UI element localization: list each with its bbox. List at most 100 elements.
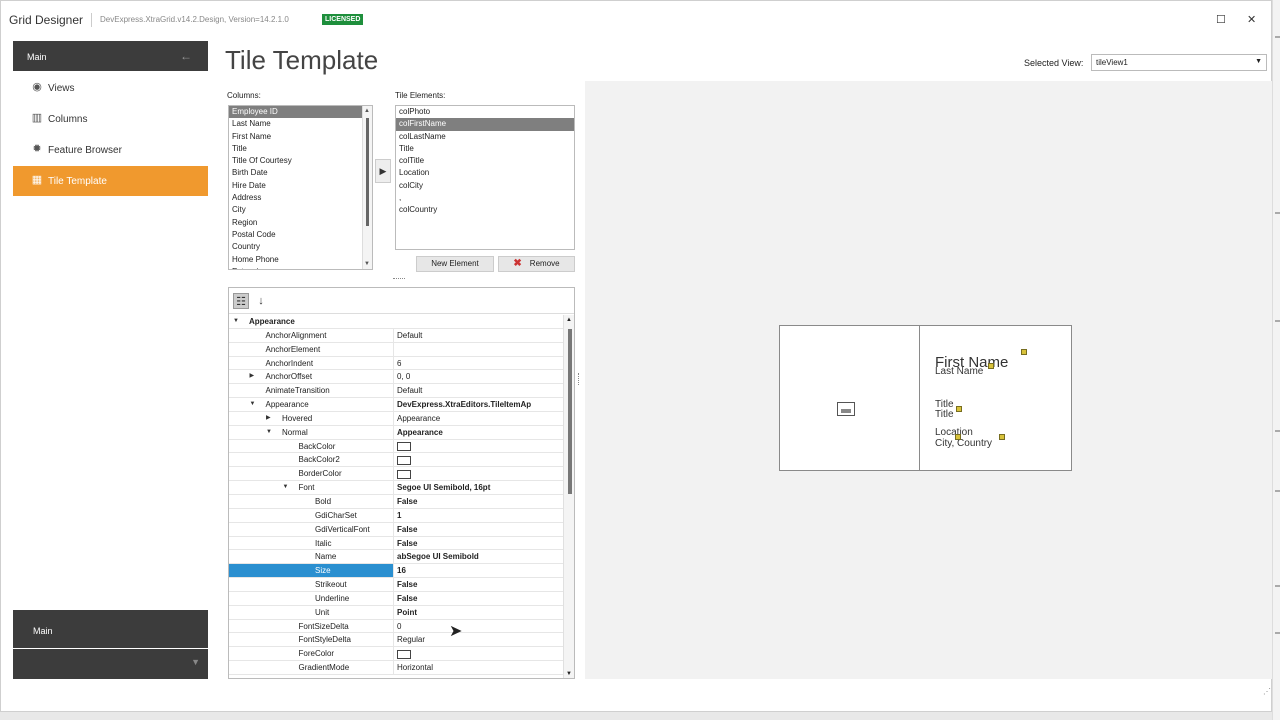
property-row[interactable]: ▼ Appearance DevExpress.XtraEditors.TileIt…: [229, 398, 563, 412]
property-row[interactable]: Name abSegoe UI Semibold: [229, 550, 563, 565]
close-button[interactable]: ✕: [1247, 13, 1256, 26]
property-row[interactable]: Size 16: [229, 564, 563, 579]
property-row[interactable]: Unit Point: [229, 605, 563, 620]
horizontal-splitter[interactable]: [393, 278, 405, 280]
property-row[interactable]: AnchorElement: [229, 342, 563, 357]
collapse-icon[interactable]: ▼: [250, 398, 256, 411]
property-row[interactable]: Italic False: [229, 536, 563, 551]
property-value[interactable]: 0: [397, 620, 561, 634]
tile-element-item[interactable]: Location: [396, 167, 574, 179]
tile-elements-list[interactable]: colPhoto colFirstName colLastName Title colT…: [395, 105, 575, 250]
property-value[interactable]: False: [397, 523, 561, 537]
column-list-item[interactable]: Home Phone: [229, 254, 372, 266]
sort-alphabetical-icon[interactable]: ↓: [253, 293, 269, 309]
property-value[interactable]: False: [397, 495, 561, 509]
property-value[interactable]: False: [397, 537, 561, 551]
nav-item-feature-browser[interactable]: ✹ Feature Browser: [13, 135, 208, 165]
property-value[interactable]: [397, 467, 561, 481]
scroll-down-icon[interactable]: ▼: [566, 671, 572, 677]
tile-element-item[interactable]: colPhoto: [396, 106, 574, 118]
property-value[interactable]: Default: [397, 329, 561, 343]
property-row[interactable]: AnchorAlignment Default: [229, 328, 563, 343]
collapse-icon[interactable]: ▼: [266, 426, 272, 439]
new-element-button[interactable]: New Element: [416, 256, 494, 272]
column-list-item[interactable]: Hire Date: [229, 180, 372, 192]
collapse-icon[interactable]: ▼: [233, 315, 239, 328]
tile-element-item[interactable]: colLastName: [396, 131, 574, 143]
property-value[interactable]: Point: [397, 606, 561, 620]
property-row[interactable]: AnimateTransition Default: [229, 384, 563, 399]
color-swatch[interactable]: [397, 469, 411, 479]
scroll-down-icon[interactable]: ▼: [364, 261, 370, 267]
element-handle[interactable]: [999, 434, 1005, 440]
scroll-thumb[interactable]: [366, 118, 369, 226]
tile-city-country[interactable]: City, Country: [935, 438, 992, 449]
property-value[interactable]: Default: [397, 384, 561, 398]
property-row[interactable]: FontStyleDelta Regular: [229, 633, 563, 648]
property-value[interactable]: 0, 0: [397, 370, 561, 384]
property-row[interactable]: BackColor: [229, 439, 563, 454]
columns-scrollbar[interactable]: ▲ ▼: [362, 106, 372, 269]
expand-icon[interactable]: ▶: [250, 370, 255, 383]
property-value[interactable]: 6: [397, 357, 561, 371]
column-list-item[interactable]: Region: [229, 217, 372, 229]
tile-element-item[interactable]: colFirstName: [396, 118, 574, 131]
expand-icon[interactable]: ▶: [266, 412, 271, 425]
property-row[interactable]: FontSizeDelta 0: [229, 619, 563, 634]
property-value[interactable]: abSegoe UI Semibold: [397, 550, 561, 564]
property-value[interactable]: 16: [397, 564, 561, 578]
property-row[interactable]: ▶ Hovered Appearance: [229, 411, 563, 426]
resize-grip-icon[interactable]: ⋰: [1263, 687, 1271, 696]
property-row[interactable]: GdiCharSet 1: [229, 508, 563, 523]
property-value[interactable]: Appearance: [397, 426, 561, 440]
property-grid-scrollbar[interactable]: ▲ ▼: [563, 315, 574, 678]
column-list-item[interactable]: Birth Date: [229, 167, 372, 179]
property-row[interactable]: Strikeout False: [229, 578, 563, 592]
property-row[interactable]: ▼ Normal Appearance: [229, 425, 563, 440]
tile-element-item[interactable]: colCountry: [396, 204, 574, 216]
property-row[interactable]: AnchorIndent 6: [229, 356, 563, 371]
scroll-up-icon[interactable]: ▲: [364, 108, 370, 114]
add-to-tile-button[interactable]: ▶: [375, 159, 391, 183]
column-list-item[interactable]: Address: [229, 192, 372, 204]
property-value[interactable]: [397, 440, 561, 454]
nav-group-header[interactable]: Main ←: [13, 41, 208, 71]
nav-item-columns[interactable]: ▥ Columns: [13, 104, 208, 134]
column-list-item[interactable]: Last Name: [229, 118, 372, 130]
property-value[interactable]: 1: [397, 509, 561, 523]
tile-last-name[interactable]: Last Name: [935, 366, 983, 377]
nav-footer-group[interactable]: Main: [13, 614, 208, 648]
back-arrow-icon[interactable]: ←: [180, 49, 192, 63]
property-value[interactable]: False: [397, 578, 561, 592]
nav-item-views[interactable]: ◉ Views: [13, 73, 208, 103]
property-row[interactable]: ▼ Font Segoe UI Semibold, 16pt: [229, 481, 563, 495]
column-list-item[interactable]: Title Of Courtesy: [229, 155, 372, 167]
property-row[interactable]: GdiVerticalFont False: [229, 522, 563, 537]
column-list-item[interactable]: Postal Code: [229, 229, 372, 241]
scroll-thumb[interactable]: [568, 329, 572, 494]
property-value[interactable]: [397, 647, 561, 661]
property-value[interactable]: DevExpress.XtraEditors.TileItemAp: [397, 398, 561, 412]
vertical-splitter[interactable]: [578, 373, 580, 385]
collapse-icon[interactable]: ▼: [283, 481, 289, 494]
tile-element-item[interactable]: colCity: [396, 180, 574, 192]
element-handle[interactable]: [1021, 349, 1027, 355]
property-grid[interactable]: ☷ ↓ ▼ Appearance AnchorAlignment Default Anc…: [228, 287, 575, 679]
categorized-icon[interactable]: ☷: [233, 293, 249, 309]
tile-title-value[interactable]: Title: [935, 409, 954, 420]
tile-element-item[interactable]: Title: [396, 143, 574, 155]
property-value[interactable]: Horizontal: [397, 661, 561, 675]
maximize-button[interactable]: ☐: [1216, 13, 1226, 26]
chevron-down-icon[interactable]: ▼: [191, 657, 200, 667]
property-row[interactable]: Bold False: [229, 494, 563, 509]
element-handle[interactable]: [988, 363, 994, 369]
property-row[interactable]: BorderColor: [229, 467, 563, 482]
tile-location[interactable]: Location: [935, 427, 973, 438]
photo-placeholder-icon[interactable]: [837, 402, 855, 416]
property-value[interactable]: Appearance: [397, 412, 561, 426]
property-row[interactable]: ▶ AnchorOffset 0, 0: [229, 370, 563, 385]
property-value[interactable]: False: [397, 592, 561, 606]
tile-element-item[interactable]: colTitle: [396, 155, 574, 167]
column-list-item[interactable]: First Name: [229, 131, 372, 143]
property-value[interactable]: [397, 453, 561, 467]
